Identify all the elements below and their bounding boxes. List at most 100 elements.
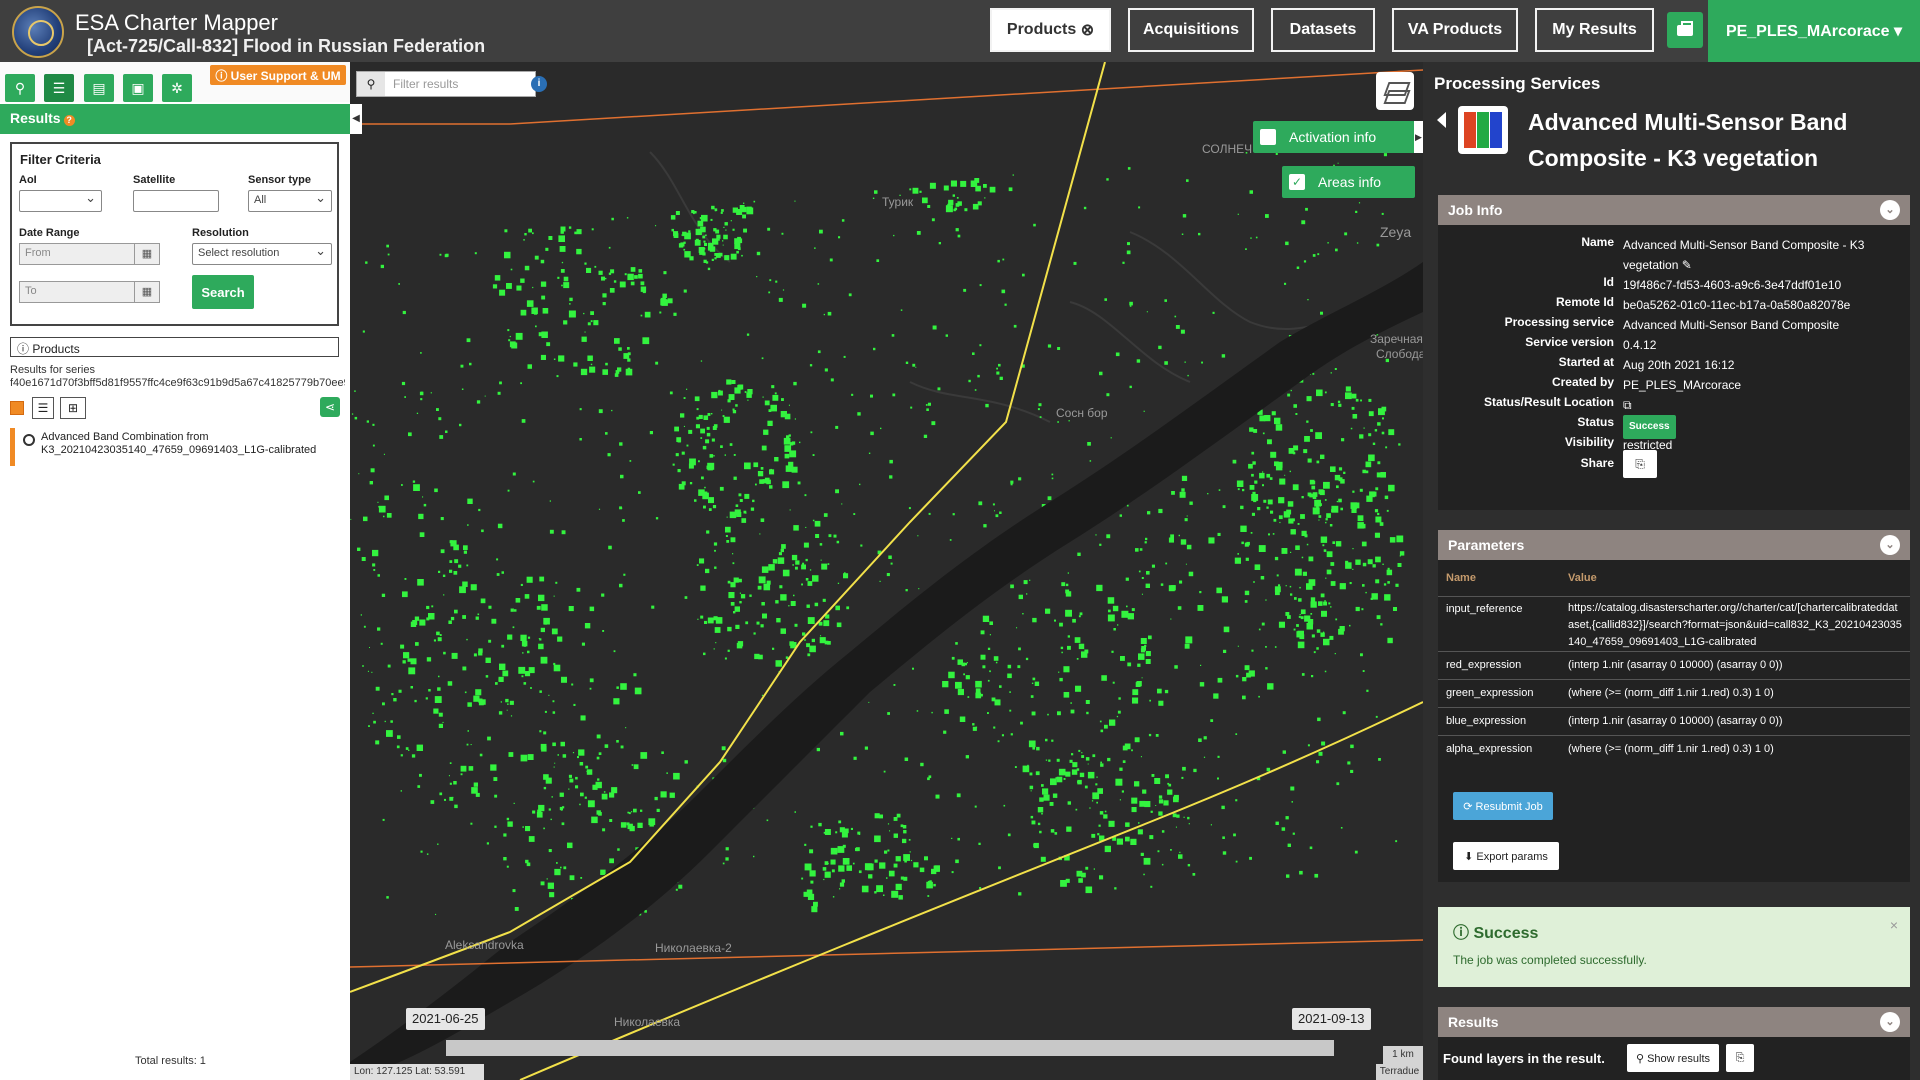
timeline-end-date[interactable]: 2021-09-13	[1292, 1008, 1371, 1030]
map-view[interactable]: ◀ ⚲ Filter results i Activation info ✓ A…	[350, 62, 1423, 1080]
close-icon[interactable]: ×	[1890, 917, 1898, 933]
select-all-checkbox[interactable]	[10, 401, 24, 415]
vegetation-pixel	[775, 280, 778, 283]
results-header[interactable]: Results ⌄	[1438, 1007, 1910, 1037]
add-to-basket-icon[interactable]: ⊞	[60, 397, 86, 419]
vegetation-pixel	[613, 650, 616, 653]
calendar-icon[interactable]: ▦	[134, 243, 160, 265]
help-icon[interactable]: ?	[63, 115, 75, 126]
vegetation-pixel	[987, 712, 989, 714]
vegetation-pixel	[714, 208, 718, 211]
back-arrow-icon[interactable]	[1437, 112, 1446, 128]
vegetation-pixel	[469, 362, 472, 366]
vegetation-pixel	[1036, 746, 1040, 751]
sensor-type-select[interactable]: All	[248, 190, 332, 212]
vegetation-pixel	[674, 426, 679, 432]
close-circle-icon[interactable]: ⊗	[1081, 20, 1094, 40]
collapse-left-panel-button[interactable]: ◀	[350, 104, 362, 134]
vegetation-pixel	[1349, 624, 1351, 627]
export-params-button[interactable]: ⬇ Export params	[1453, 842, 1559, 870]
copy-icon[interactable]: ⎘	[1726, 1044, 1754, 1072]
share-copy-button[interactable]: ⎘	[1623, 450, 1657, 478]
timeline-slider[interactable]	[446, 1040, 1334, 1056]
map-label-zarech: Заречная	[1370, 332, 1423, 346]
map-attribution[interactable]: Terradue	[1376, 1064, 1423, 1080]
archive-icon[interactable]: ▣	[123, 74, 153, 102]
job-name-value[interactable]: Advanced Multi-Sensor Band Composite - K…	[1623, 235, 1905, 275]
nav-products-button[interactable]: Products ⊗	[990, 8, 1111, 52]
external-link-icon[interactable]: ⧉	[1623, 395, 1905, 415]
activation-info-toggle[interactable]: Activation info	[1253, 121, 1415, 153]
nav-acquisitions-button[interactable]: Acquisitions	[1128, 8, 1254, 52]
result-list-item[interactable]: Advanced Band Combination from K3_202104…	[10, 428, 343, 466]
satellite-input[interactable]	[133, 190, 219, 212]
vegetation-pixel	[738, 384, 744, 390]
resolution-select[interactable]: Select resolution	[192, 243, 332, 265]
search-button[interactable]: Search	[192, 275, 254, 309]
timeline-start-date[interactable]: 2021-06-25	[406, 1008, 485, 1030]
vegetation-pixel	[1267, 439, 1272, 445]
vegetation-pixel	[974, 805, 977, 808]
date-to-input[interactable]: To	[19, 281, 135, 303]
vegetation-pixel	[1210, 824, 1212, 826]
list-icon[interactable]: ☰	[44, 74, 74, 102]
parameters-header[interactable]: Parameters ⌄	[1438, 530, 1910, 560]
vegetation-pixel	[703, 652, 706, 656]
chevron-down-icon[interactable]: ⌄	[1880, 1012, 1900, 1032]
info-icon[interactable]: i	[531, 76, 547, 92]
filter-results-field[interactable]: ⚲ Filter results i	[356, 71, 547, 97]
layers-icon[interactable]	[1376, 72, 1414, 110]
vegetation-pixel	[804, 863, 812, 871]
vegetation-pixel	[791, 466, 798, 473]
date-from-input[interactable]: From	[19, 243, 135, 265]
vegetation-pixel	[616, 686, 619, 689]
vegetation-pixel	[660, 791, 667, 798]
chevron-down-icon[interactable]: ⌄	[1880, 200, 1900, 220]
user-menu[interactable]: PE_PLES_MArcorace ▾	[1708, 0, 1920, 62]
vegetation-pixel	[1399, 551, 1405, 556]
vegetation-pixel	[797, 481, 801, 485]
vegetation-pixel	[1029, 772, 1033, 776]
param-row: red_expression (interp 1.nir (asarray 0 …	[1438, 652, 1910, 680]
vegetation-pixel	[449, 569, 453, 573]
show-results-button[interactable]: ⚲ Show results	[1627, 1044, 1719, 1072]
share-icon[interactable]: ⋖	[320, 397, 340, 417]
vegetation-pixel	[823, 878, 825, 881]
basket-icon[interactable]: ▤	[84, 74, 114, 102]
vegetation-pixel	[789, 509, 791, 511]
resubmit-job-button[interactable]: ⟳ Resubmit Job	[1453, 792, 1553, 820]
collapse-right-panel-button[interactable]: ▶	[1414, 121, 1423, 153]
vegetation-pixel	[793, 381, 797, 386]
vegetation-pixel	[614, 338, 620, 344]
vegetation-pixel	[868, 701, 870, 703]
vegetation-pixel	[391, 693, 394, 696]
vegetation-pixel	[711, 205, 715, 210]
vegetation-pixel	[1338, 467, 1343, 471]
areas-info-toggle[interactable]: ✓ Areas info	[1282, 166, 1415, 198]
vegetation-pixel	[400, 790, 402, 792]
vegetation-pixel	[586, 769, 593, 775]
vegetation-pixel	[1131, 807, 1137, 813]
search-icon[interactable]: ⚲	[5, 74, 35, 102]
user-support-button[interactable]: ⓘ User Support & UM	[210, 65, 346, 85]
calendar-icon[interactable]: ▦	[134, 281, 160, 303]
activation-info-checkbox[interactable]	[1260, 129, 1276, 145]
vegetation-pixel	[805, 558, 808, 562]
vegetation-pixel	[1261, 622, 1265, 626]
gear-icon[interactable]: ✲	[162, 74, 192, 102]
aoi-select[interactable]	[19, 190, 102, 212]
list-view-icon[interactable]: ☰	[32, 397, 54, 419]
briefcase-icon[interactable]	[1667, 12, 1703, 48]
vegetation-pixel	[730, 582, 736, 588]
products-section[interactable]: ⓘ Products	[10, 337, 339, 357]
job-info-header[interactable]: Job Info ⌄	[1438, 195, 1910, 225]
chevron-down-icon[interactable]: ⌄	[1880, 535, 1900, 555]
nav-datasets-button[interactable]: Datasets	[1271, 8, 1375, 52]
map-canvas[interactable]	[350, 62, 1423, 1080]
vegetation-pixel	[790, 601, 796, 606]
vegetation-pixel	[1380, 472, 1386, 478]
vegetation-pixel	[1104, 845, 1111, 853]
nav-va-products-button[interactable]: VA Products	[1392, 8, 1518, 52]
nav-my-results-button[interactable]: My Results	[1535, 8, 1654, 52]
areas-info-checkbox[interactable]: ✓	[1289, 174, 1305, 190]
